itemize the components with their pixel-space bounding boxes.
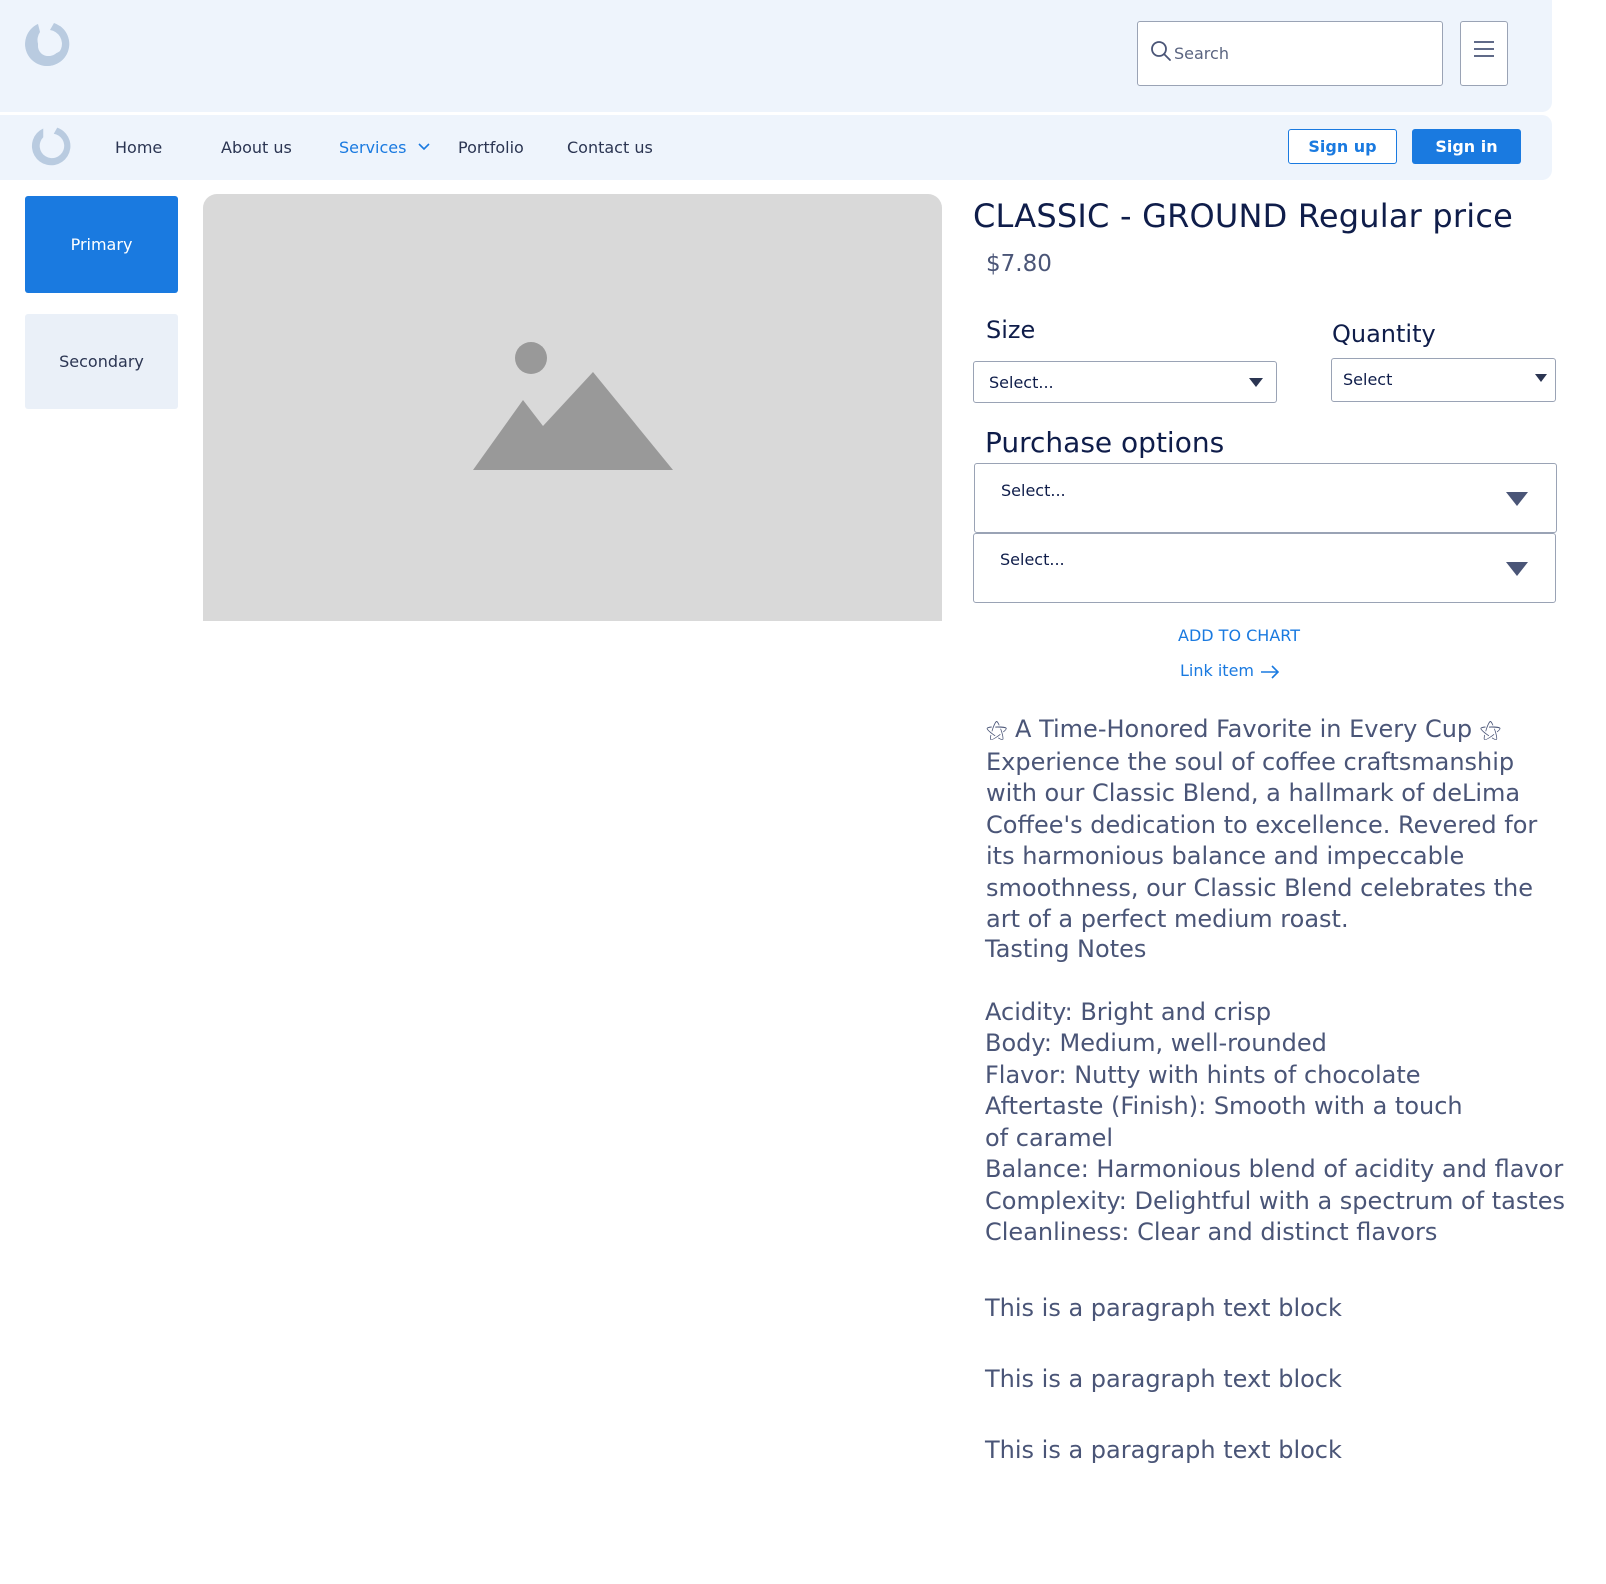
- description-headline: A Time-Honored Favorite in Every Cup: [1015, 715, 1473, 743]
- brand-logo-icon[interactable]: [24, 20, 72, 68]
- size-select-value: Select...: [989, 373, 1054, 392]
- tasting-note-item: Complexity: Delightful with a spectrum o…: [985, 1186, 1566, 1215]
- product-image-placeholder: [203, 194, 942, 621]
- main-navbar: Home About us Services Portfolio Contact…: [0, 115, 1552, 180]
- sign-in-button[interactable]: Sign in: [1412, 129, 1521, 164]
- nav-home[interactable]: Home: [115, 138, 162, 157]
- link-item-label: Link item: [1180, 661, 1254, 680]
- paragraph-text-block: This is a paragraph text block: [985, 1294, 1342, 1322]
- purchase-option-2-value: Select...: [1000, 550, 1065, 569]
- search-input[interactable]: [1174, 40, 1424, 66]
- nav-contact-us[interactable]: Contact us: [567, 138, 653, 157]
- nav-portfolio[interactable]: Portfolio: [458, 138, 524, 157]
- link-item[interactable]: Link item: [1180, 661, 1280, 680]
- purchase-option-1-value: Select...: [1001, 481, 1066, 500]
- quantity-label: Quantity: [1332, 320, 1436, 348]
- hamburger-menu-button[interactable]: [1460, 21, 1508, 86]
- paragraph-text-block: This is a paragraph text block: [985, 1365, 1342, 1393]
- quantity-select[interactable]: Select: [1331, 358, 1556, 402]
- caret-down-icon: [1506, 562, 1528, 576]
- add-to-cart-link[interactable]: ADD TO CHART: [1178, 626, 1300, 645]
- size-label: Size: [986, 316, 1036, 344]
- purchase-option-select-2[interactable]: Select...: [973, 533, 1556, 603]
- product-price: $7.80: [986, 251, 1052, 277]
- caret-down-icon: [1506, 492, 1528, 506]
- purchase-option-select-1[interactable]: Select...: [974, 463, 1557, 533]
- product-description: ⚝ A Time-Honored Favorite in Every Cup ⚝…: [986, 714, 1566, 936]
- search-box[interactable]: [1137, 21, 1443, 86]
- caret-down-icon: [1249, 378, 1263, 387]
- primary-button[interactable]: Primary: [25, 196, 178, 293]
- tasting-note-item: Balance: Harmonious blend of acidity and…: [985, 1155, 1564, 1183]
- nav-services[interactable]: Services: [339, 138, 406, 157]
- tasting-notes-heading: Tasting Notes: [985, 935, 1147, 963]
- tasting-note-item: Body: Medium, well-rounded: [985, 1029, 1327, 1057]
- nav-logo-icon[interactable]: [31, 125, 73, 167]
- arrow-right-icon: [1261, 664, 1280, 679]
- size-select[interactable]: Select...: [973, 361, 1277, 403]
- nav-about-us[interactable]: About us: [221, 138, 292, 157]
- purchase-options-label: Purchase options: [985, 426, 1225, 459]
- sign-up-button[interactable]: Sign up: [1288, 129, 1397, 164]
- top-header: [0, 0, 1552, 112]
- tasting-note-item: Aftertaste (Finish): Smooth with a touch…: [985, 1092, 1463, 1152]
- tasting-notes: Tasting Notes Acidity: Bright and crisp …: [985, 934, 1585, 1249]
- star-icon: ⚝: [1479, 718, 1502, 743]
- secondary-button[interactable]: Secondary: [25, 314, 178, 409]
- tasting-note-item: Acidity: Bright and crisp: [985, 997, 1272, 1026]
- description-body: Experience the soul of coffee craftsmans…: [986, 747, 1538, 934]
- star-icon: ⚝: [986, 718, 1008, 743]
- search-icon: [1151, 41, 1171, 61]
- product-title: CLASSIC - GROUND Regular price: [973, 197, 1514, 235]
- tasting-note-item: Cleanliness: Clear and distinct flavors: [985, 1218, 1438, 1246]
- caret-down-icon: [1535, 374, 1547, 382]
- quantity-select-value: Select: [1343, 370, 1393, 389]
- image-placeholder-icon: [473, 342, 673, 470]
- hamburger-menu-icon: [1474, 41, 1494, 57]
- chevron-down-icon[interactable]: [418, 143, 430, 151]
- paragraph-text-block: This is a paragraph text block: [985, 1436, 1342, 1464]
- tasting-note-item: Flavor: Nutty with hints of chocolate: [985, 1060, 1421, 1089]
